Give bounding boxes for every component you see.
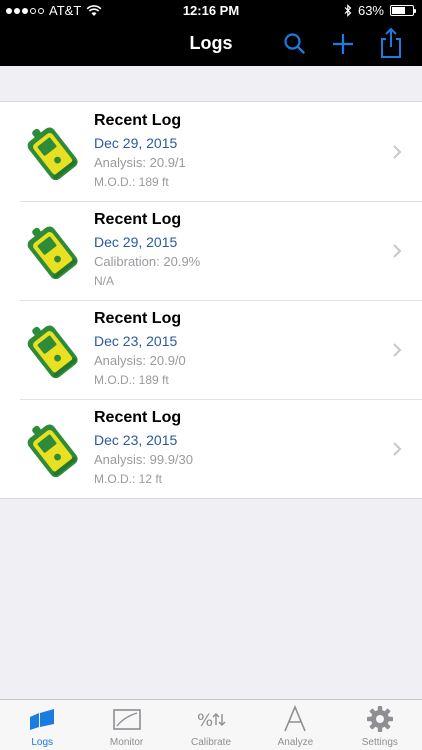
log-date: Dec 23, 2015	[94, 432, 178, 448]
share-button[interactable]	[377, 27, 405, 58]
chevron-right-icon	[393, 145, 402, 159]
log-mod: M.O.D.: 189 ft	[94, 373, 169, 387]
log-date: Dec 29, 2015	[94, 234, 178, 250]
svg-text:%: %	[197, 711, 213, 731]
log-title: Recent Log	[94, 310, 182, 327]
battery-icon	[390, 5, 416, 16]
log-date: Dec 23, 2015	[94, 333, 178, 349]
tab-label: Calibrate	[191, 737, 232, 748]
chevron-right-icon	[393, 343, 402, 357]
calibrate-icon: %	[197, 711, 226, 731]
tab-label: Settings	[361, 737, 398, 748]
status-bar: AT&T 12:16 PM 63%	[0, 0, 422, 22]
status-right: 63%	[344, 3, 416, 18]
tab-label: Monitor	[109, 737, 144, 748]
log-title: Recent Log	[94, 409, 182, 426]
gear-icon	[366, 706, 393, 732]
tab-calibrate[interactable]: % Calibrate	[169, 700, 253, 750]
log-row[interactable]: Recent Log Dec 23, 2015 Analysis: 99.9/3…	[0, 399, 422, 498]
analyze-icon	[284, 705, 307, 732]
tab-logs[interactable]: Logs	[0, 700, 84, 750]
search-icon	[284, 33, 305, 54]
share-icon	[381, 27, 401, 58]
log-row[interactable]: Recent Log Dec 29, 2015 Analysis: 20.9/1…	[0, 102, 422, 201]
log-list: Recent Log Dec 29, 2015 Analysis: 20.9/1…	[0, 101, 422, 499]
logs-icon	[30, 709, 55, 730]
search-button[interactable]	[281, 30, 309, 58]
battery-percent: 63%	[357, 3, 384, 18]
tab-settings[interactable]: Settings	[338, 700, 422, 750]
page-title: Logs	[189, 33, 233, 53]
log-mod: N/A	[94, 274, 115, 288]
oxygen-analyzer-device-icon	[27, 226, 78, 280]
oxygen-analyzer-device-icon	[27, 127, 78, 181]
bluetooth-icon	[344, 4, 352, 17]
tab-bar: Logs Monitor % Calibrate Analyze Setting…	[0, 699, 422, 750]
tab-label: Logs	[31, 737, 54, 748]
tab-analyze[interactable]: Analyze	[253, 700, 337, 750]
oxygen-analyzer-device-icon	[27, 325, 78, 379]
log-detail: Analysis: 20.9/1	[94, 155, 186, 170]
oxygen-analyzer-device-icon	[27, 424, 78, 478]
chevron-right-icon	[393, 244, 402, 258]
tab-monitor[interactable]: Monitor	[84, 700, 168, 750]
add-log-button[interactable]	[329, 30, 357, 58]
log-row[interactable]: Recent Log Dec 29, 2015 Calibration: 20.…	[0, 201, 422, 300]
tab-label: Analyze	[277, 737, 314, 748]
battery-fill	[392, 7, 405, 14]
log-mod: M.O.D.: 12 ft	[94, 472, 163, 486]
navigation-bar: Logs	[0, 22, 422, 66]
add-icon	[333, 34, 353, 54]
monitor-icon	[112, 709, 141, 730]
log-detail: Calibration: 20.9%	[94, 254, 201, 269]
log-date: Dec 29, 2015	[94, 135, 178, 151]
log-mod: M.O.D.: 189 ft	[94, 175, 169, 189]
log-title: Recent Log	[94, 112, 182, 129]
chevron-right-icon	[393, 442, 402, 456]
log-detail: Analysis: 99.9/30	[94, 452, 194, 467]
log-row[interactable]: Recent Log Dec 23, 2015 Analysis: 20.9/0…	[0, 300, 422, 399]
log-detail: Analysis: 20.9/0	[94, 353, 186, 368]
log-title: Recent Log	[94, 211, 182, 228]
